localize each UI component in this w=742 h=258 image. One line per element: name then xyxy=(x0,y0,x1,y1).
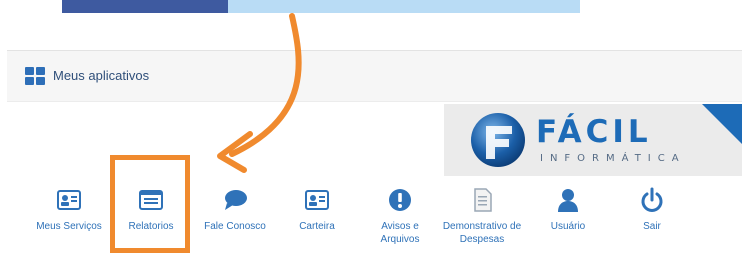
logo-word: FÁCIL xyxy=(536,114,652,150)
user-icon xyxy=(555,187,581,213)
menu-item-label: Carteira xyxy=(299,221,335,232)
apps-bar-title: Meus aplicativos xyxy=(53,68,150,83)
arrow-head xyxy=(217,131,253,173)
menu-item-meus-servicos[interactable]: Meus Serviços xyxy=(30,186,108,258)
menu-item-carteira[interactable]: Carteira xyxy=(284,186,350,258)
power-icon xyxy=(639,187,665,213)
top-banner-strip xyxy=(62,0,580,13)
logo-subtitle: INFORMÁTICA xyxy=(540,151,686,164)
id-card-icon xyxy=(304,187,330,213)
menu-item-label: Avisos e Arquivos xyxy=(380,221,420,245)
menu-item-label: Sair xyxy=(643,221,661,232)
exclamation-icon xyxy=(387,187,413,213)
menu-item-label: Meus Serviços xyxy=(36,221,102,232)
menu-item-sair[interactable]: Sair xyxy=(622,186,682,258)
banner-dark-segment xyxy=(62,0,228,13)
menu-item-usuario[interactable]: Usuário xyxy=(536,186,600,258)
speech-bubble-icon xyxy=(222,187,248,213)
menu-item-demonstrativo[interactable]: Demonstrativo de Despesas xyxy=(440,186,524,258)
menu-item-avisos-arquivos[interactable]: Avisos e Arquivos xyxy=(372,186,428,258)
apps-grid-icon xyxy=(25,67,45,85)
menu-item-label: Fale Conosco xyxy=(204,221,266,232)
menu-item-fale-conosco[interactable]: Fale Conosco xyxy=(196,186,274,258)
banner-light-segment xyxy=(228,0,580,13)
menu-item-label: Demonstrativo de Despesas xyxy=(442,221,522,245)
apps-bar[interactable]: Meus aplicativos xyxy=(7,50,742,102)
id-card-icon xyxy=(56,187,82,213)
document-icon xyxy=(469,187,495,213)
highlight-box xyxy=(110,155,190,253)
menu-item-label: Usuário xyxy=(550,221,586,232)
company-logo: FÁCIL INFORMÁTICA xyxy=(444,104,742,176)
